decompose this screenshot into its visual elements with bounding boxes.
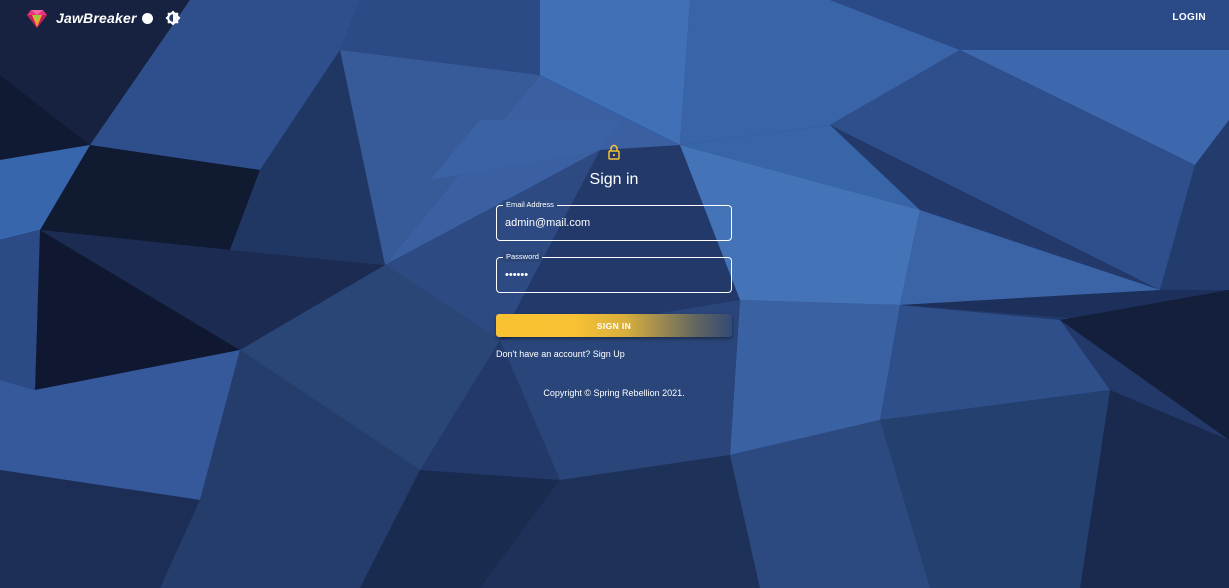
signup-link[interactable]: Don't have an account? Sign Up (496, 349, 625, 359)
email-field[interactable]: Email Address (496, 200, 732, 241)
theme-indicator-dot (142, 13, 153, 24)
password-field[interactable]: Password (496, 252, 732, 293)
password-input[interactable] (505, 269, 725, 281)
lock-icon (608, 144, 620, 160)
brand[interactable]: JawBreaker (26, 7, 137, 29)
top-app-bar: JawBreaker LOGIN (0, 0, 1229, 36)
gem-icon (27, 10, 47, 28)
email-input[interactable] (505, 217, 725, 229)
email-label: Email Address (503, 200, 557, 210)
background-pattern (0, 0, 1229, 588)
password-label: Password (503, 252, 542, 262)
signin-title: Sign in (589, 171, 639, 188)
login-link[interactable]: LOGIN (1172, 12, 1206, 23)
copyright-text: Copyright © Spring Rebellion 2021. (543, 388, 685, 398)
brand-name: JawBreaker (56, 10, 137, 26)
brightness-icon[interactable] (165, 10, 181, 26)
signin-button[interactable]: SIGN IN (496, 314, 732, 337)
